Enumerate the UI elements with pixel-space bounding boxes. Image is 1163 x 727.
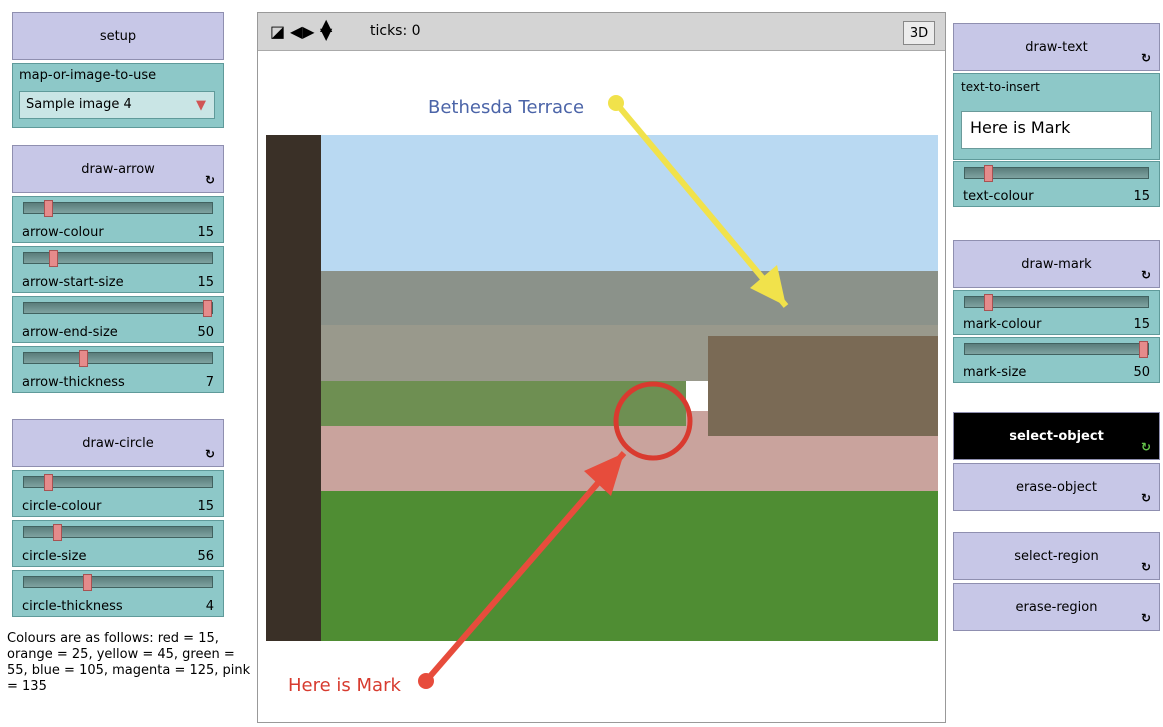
chooser-label: map-or-image-to-use xyxy=(19,68,157,83)
circle-thickness-slider[interactable]: circle-thickness 4 xyxy=(12,570,224,617)
slider-value: 50 xyxy=(197,325,214,340)
dropdown-triangle-icon: ▼ xyxy=(196,98,206,113)
slider-label: arrow-end-size xyxy=(22,325,118,340)
text-colour-slider[interactable]: text-colour 15 xyxy=(953,161,1160,207)
world-canvas[interactable]: Bethesda Terrace Here is Mark xyxy=(258,51,945,722)
slider-label: arrow-thickness xyxy=(22,375,125,390)
slider-label: circle-thickness xyxy=(22,599,123,614)
select-object-button[interactable]: select-object ↻ xyxy=(953,412,1160,460)
draw-arrow-label: draw-arrow xyxy=(81,161,155,177)
select-region-label: select-region xyxy=(1014,548,1099,564)
slider-label: circle-size xyxy=(22,549,87,564)
chooser-select[interactable]: Sample image 4 ▼ xyxy=(19,91,215,119)
select-region-button[interactable]: select-region ↻ xyxy=(953,532,1160,580)
setup-label: setup xyxy=(99,28,137,44)
forever-icon: ↻ xyxy=(204,447,215,461)
annotation-bethesda-terrace: Bethesda Terrace xyxy=(428,97,584,118)
text-input-panel: text-to-insert Here is Mark xyxy=(953,73,1160,160)
forever-icon: ↻ xyxy=(1140,268,1151,282)
resize-icon[interactable]: ◪ xyxy=(270,22,285,41)
slider-value: 15 xyxy=(197,275,214,290)
annotation-here-is-mark: Here is Mark xyxy=(288,675,401,696)
forever-icon: ↻ xyxy=(1140,611,1151,625)
erase-object-button[interactable]: erase-object ↻ xyxy=(953,463,1160,511)
image-chooser[interactable]: map-or-image-to-use Sample image 4 ▼ xyxy=(12,63,224,128)
draw-circle-button[interactable]: draw-circle ↻ xyxy=(12,419,224,467)
erase-object-label: erase-object xyxy=(1015,479,1098,495)
chooser-value: Sample image 4 xyxy=(26,97,132,112)
slider-label: arrow-colour xyxy=(22,225,104,240)
tree-trunk xyxy=(266,135,321,641)
forever-icon: ↻ xyxy=(1140,491,1151,505)
mark-size-label: mark-size xyxy=(963,365,1027,380)
mark-colour-slider[interactable]: mark-colour 15 xyxy=(953,290,1160,335)
arrow-thickness-slider[interactable]: arrow-thickness 7 xyxy=(12,346,224,393)
circle-size-slider[interactable]: circle-size 56 xyxy=(12,520,224,567)
text-to-insert-input[interactable]: Here is Mark xyxy=(961,111,1152,149)
three-d-button[interactable]: 3D xyxy=(903,21,935,45)
draw-text-label: draw-text xyxy=(1025,39,1088,55)
draw-text-button[interactable]: draw-text ↻ xyxy=(953,23,1160,71)
slider-value: 4 xyxy=(205,599,214,614)
mark-colour-label: mark-colour xyxy=(963,317,1042,332)
slider-value: 15 xyxy=(197,499,214,514)
terrace-building xyxy=(708,336,938,436)
slider-label: circle-colour xyxy=(22,499,102,514)
forever-icon: ↻ xyxy=(1140,560,1151,574)
text-input-label: text-to-insert xyxy=(961,80,1040,94)
vertical-resize-icon[interactable]: ▲ ▼ xyxy=(320,17,332,42)
erase-region-button[interactable]: erase-region ↻ xyxy=(953,583,1160,631)
mark-colour-value: 15 xyxy=(1133,317,1150,332)
erase-region-label: erase-region xyxy=(1015,599,1098,615)
text-colour-label: text-colour xyxy=(963,189,1034,204)
forever-icon: ↻ xyxy=(204,173,215,187)
slider-label: arrow-start-size xyxy=(22,275,124,290)
draw-mark-button[interactable]: draw-mark ↻ xyxy=(953,240,1160,288)
world-view[interactable]: ◪ ◀▶ ▲ ▼ ticks: 0 3D Bethesda Terrace Her… xyxy=(257,12,946,723)
red-arrow-start xyxy=(418,673,434,689)
yellow-arrow-start xyxy=(608,95,624,111)
colour-note: Colours are as follows: red = 15, orange… xyxy=(7,631,251,694)
draw-arrow-button[interactable]: draw-arrow ↻ xyxy=(12,145,224,193)
draw-mark-label: draw-mark xyxy=(1021,256,1092,272)
slider-value: 56 xyxy=(197,549,214,564)
ticks-label: ticks: 0 xyxy=(370,23,421,39)
lawn xyxy=(266,491,938,641)
mark-size-slider[interactable]: mark-size 50 xyxy=(953,337,1160,383)
setup-button[interactable]: setup xyxy=(12,12,224,60)
select-object-label: select-object xyxy=(1009,428,1104,444)
mark-size-value: 50 xyxy=(1133,365,1150,380)
arrow-start-size-slider[interactable]: arrow-start-size 15 xyxy=(12,246,224,293)
text-colour-value: 15 xyxy=(1133,189,1150,204)
circle-colour-slider[interactable]: circle-colour 15 xyxy=(12,470,224,517)
view-toolbar: ◪ ◀▶ ▲ ▼ ticks: 0 3D xyxy=(258,13,945,51)
slider-value: 15 xyxy=(197,225,214,240)
three-d-label: 3D xyxy=(909,25,929,41)
arrow-end-size-slider[interactable]: arrow-end-size 50 xyxy=(12,296,224,343)
slider-value: 7 xyxy=(205,375,214,390)
forever-icon: ↻ xyxy=(1140,440,1151,454)
draw-circle-label: draw-circle xyxy=(82,435,154,451)
forever-icon: ↻ xyxy=(1140,51,1151,65)
arrow-colour-slider[interactable]: arrow-colour 15 xyxy=(12,196,224,243)
horizontal-resize-icon[interactable]: ◀▶ xyxy=(290,22,315,41)
